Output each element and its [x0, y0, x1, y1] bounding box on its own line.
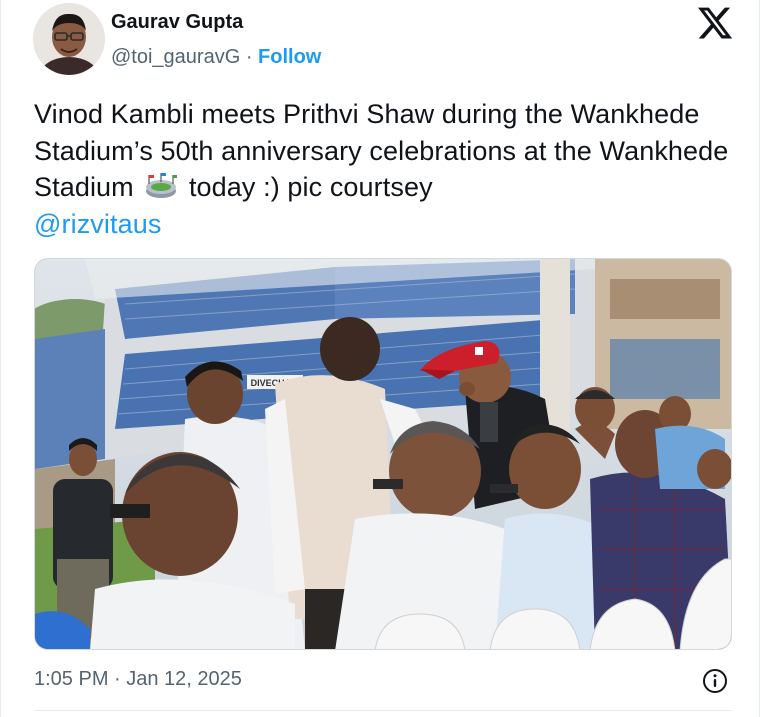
author-handle-row: @toi_gauravG · Follow — [111, 46, 321, 69]
info-icon[interactable] — [702, 668, 728, 694]
bottom-divider — [34, 710, 732, 711]
author-handle[interactable]: @toi_gauravG — [111, 46, 240, 68]
author-name[interactable]: Gaurav Gupta — [111, 11, 243, 34]
x-logo-icon[interactable] — [696, 4, 734, 42]
avatar[interactable] — [33, 3, 105, 75]
tweet-timestamp[interactable]: 1:05 PM · Jan 12, 2025 — [34, 668, 242, 691]
follow-button[interactable]: Follow — [258, 46, 321, 68]
tweet-text: Vinod Kambli meets Prithvi Shaw during t… — [34, 96, 734, 242]
stadium-icon — [144, 172, 178, 200]
separator-dot: · — [240, 46, 259, 68]
mention-link[interactable]: @rizvitaus — [34, 209, 161, 239]
tweet-text-part2: today :) pic courtsey — [181, 172, 433, 202]
tweet-photo[interactable]: DIVECHA P — [34, 258, 732, 650]
tweet-card: Gaurav Gupta @toi_gauravG · Follow Vinod… — [0, 0, 760, 717]
